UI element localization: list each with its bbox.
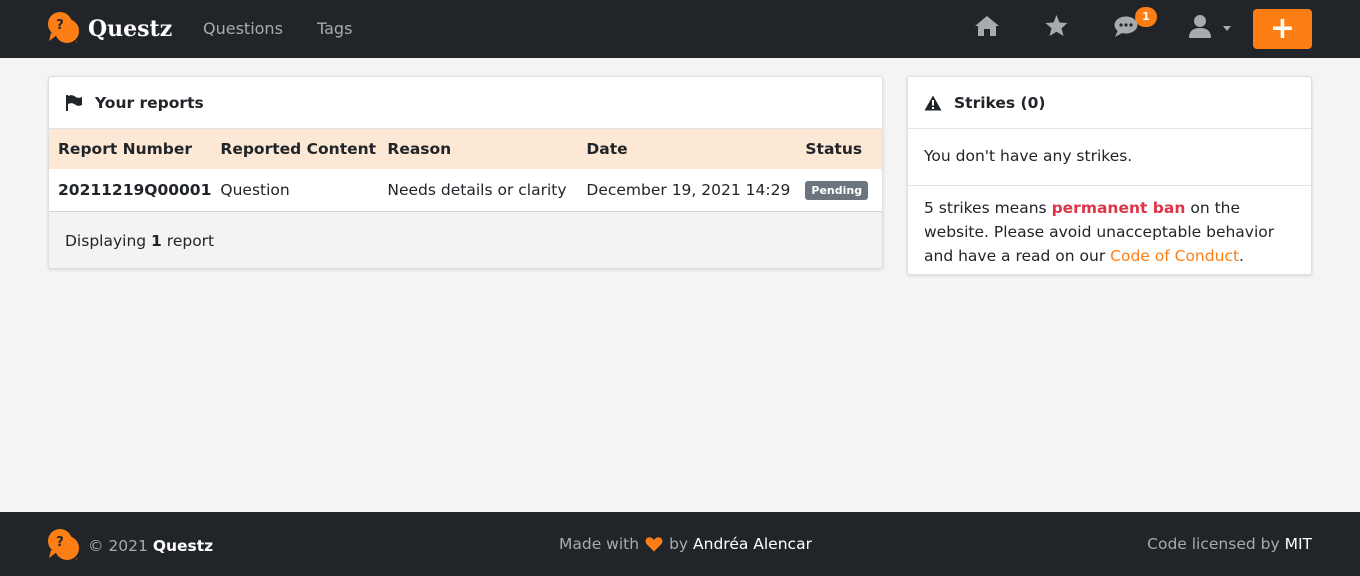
- footer-brand: Questz: [152, 537, 214, 555]
- strikes-title: Strikes (0): [954, 93, 1046, 112]
- column-header: Status: [805, 140, 863, 158]
- brand-link[interactable]: ? Questz: [47, 11, 172, 47]
- column-header: Report Number: [58, 140, 193, 158]
- flag-icon: [66, 94, 82, 111]
- footer-license: Code licensed by MIT: [1147, 535, 1312, 553]
- star-icon[interactable]: [1044, 14, 1069, 38]
- permanent-ban-text: permanent ban: [1051, 199, 1186, 217]
- table-row[interactable]: 20211219Q00001 Question Needs details or…: [49, 169, 882, 212]
- report-number: 20211219Q00001: [49, 169, 212, 212]
- footer-count: 1: [151, 231, 162, 250]
- reports-table: Report Number Reported Content Reason Da…: [49, 129, 882, 212]
- reports-footer: Displaying 1 report: [49, 211, 882, 268]
- author-name[interactable]: Andréa Alencar: [693, 535, 812, 553]
- column-header: Reported Content: [220, 140, 377, 158]
- brand-name: Questz: [88, 16, 173, 42]
- license-link[interactable]: MIT: [1285, 535, 1312, 553]
- page-footer: ? © 2021 Questz Made with by Andréa Alen…: [0, 512, 1360, 576]
- copyright-text: © 2021: [88, 537, 148, 555]
- column-header: Date: [586, 140, 628, 158]
- nav-tags[interactable]: Tags: [317, 19, 352, 38]
- notification-badge: 1: [1135, 7, 1157, 27]
- logo-icon: ?: [48, 529, 81, 562]
- reported-content: Question: [211, 169, 379, 212]
- heart-icon: [645, 537, 663, 552]
- license-prefix: Code licensed by: [1147, 535, 1280, 553]
- footer-prefix: Displaying: [65, 231, 147, 250]
- user-icon[interactable]: [1189, 14, 1211, 38]
- strikes-info: 5 strikes means permanent ban on the web…: [908, 186, 1311, 268]
- home-icon[interactable]: [974, 14, 1000, 38]
- strikes-info-prefix: 5 strikes means: [924, 199, 1047, 217]
- reports-card-header: Your reports: [49, 77, 882, 129]
- strikes-info-suffix: .: [1239, 247, 1244, 265]
- column-header: Reason: [387, 140, 452, 158]
- strikes-empty-text: You don't have any strikes.: [908, 129, 1311, 186]
- table-header-row: Report Number Reported Content Reason Da…: [49, 129, 882, 169]
- status-badge: Pending: [805, 180, 869, 200]
- made-with-text: Made with: [559, 535, 640, 553]
- warning-icon: [924, 95, 942, 110]
- strikes-card-header: Strikes (0): [908, 77, 1311, 129]
- footer-copyright: © 2021 Questz: [88, 537, 213, 555]
- footer-suffix: report: [166, 231, 215, 250]
- svg-text:?: ?: [56, 18, 64, 33]
- footer-left: ? © 2021 Questz: [47, 528, 213, 564]
- add-question-button[interactable]: +: [1253, 9, 1312, 49]
- report-reason: Needs details or clarity: [378, 169, 578, 212]
- logo-icon: ?: [48, 12, 81, 45]
- chevron-down-icon[interactable]: [1223, 26, 1231, 31]
- footer-credit: Made with by Andréa Alencar: [559, 535, 812, 553]
- by-text: by: [669, 535, 689, 553]
- top-navbar: ? Questz Questions Tags 1 +: [0, 0, 1360, 58]
- code-of-conduct-link[interactable]: Code of Conduct: [1110, 247, 1239, 265]
- reports-card: Your reports Report Number Reported Cont…: [48, 76, 883, 269]
- svg-text:?: ?: [56, 535, 64, 550]
- strikes-card: Strikes (0) You don't have any strikes. …: [907, 76, 1312, 275]
- report-status-cell: Pending: [796, 169, 882, 212]
- report-date: December 19, 2021 14:29: [577, 169, 797, 212]
- reports-title: Your reports: [95, 93, 204, 112]
- nav-questions[interactable]: Questions: [203, 19, 283, 38]
